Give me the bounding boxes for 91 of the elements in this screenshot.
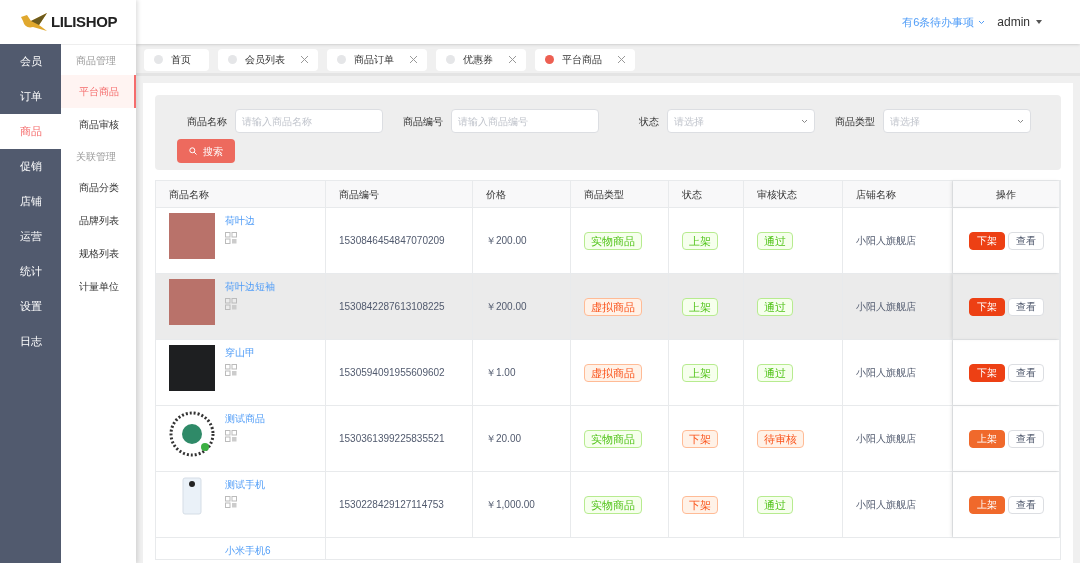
column-header: 操作 [953, 181, 1060, 207]
action-button[interactable]: 查看 [1007, 231, 1044, 250]
chevron-down-icon [978, 19, 986, 25]
page-tab[interactable]: 会员列表 [218, 48, 318, 71]
submenu-item[interactable]: 商品审核 [61, 108, 136, 141]
status-tag: 上架 [682, 231, 718, 250]
sidebar-item[interactable]: 日志 [0, 324, 61, 359]
brand-name: LILISHOP [50, 11, 118, 32]
table-cell: 1530842287613108225 [326, 274, 473, 339]
table-cell: 小阳人旗舰店 [843, 472, 953, 537]
status-tag: 下架 [682, 495, 718, 514]
sidebar-item[interactable]: 订单 [0, 79, 61, 114]
photo-placeholder [169, 279, 215, 325]
submenu-item[interactable]: 商品分类 [61, 171, 136, 204]
filter-label: 状态 [638, 114, 660, 129]
status-tag: 实物商品 [584, 429, 642, 448]
column-header: 商品名称 [156, 181, 326, 207]
sidebar-item[interactable]: 统计 [0, 254, 61, 289]
table-cell: 小阳人旗舰店 [843, 406, 953, 471]
table-cell: 小阳人旗舰店 [843, 208, 953, 273]
screenshot-thumbnail [169, 345, 215, 391]
menu-group-title: 关联管理 [75, 149, 117, 164]
chevron-down-icon [1017, 118, 1024, 124]
action-button[interactable]: 查看 [1007, 297, 1044, 316]
menu-group-title: 商品管理 [75, 53, 117, 68]
phone-icon [182, 477, 202, 515]
action-button[interactable]: 查看 [1007, 429, 1044, 448]
column-header: 状态 [669, 181, 744, 207]
sidebar-item[interactable]: 店铺 [0, 184, 61, 219]
status-tag: 实物商品 [584, 495, 642, 514]
page-tab[interactable]: 商品订单 [327, 48, 427, 71]
bird-logo-icon [18, 11, 49, 33]
status-tag: 虚拟商品 [584, 363, 642, 382]
chevron-down-icon [801, 118, 808, 124]
user-menu[interactable]: admin [997, 13, 1042, 31]
status-tag: 上架 [682, 363, 718, 382]
column-header: 店铺名称 [843, 181, 953, 207]
status-tag: 通过 [757, 297, 793, 316]
column-header: 价格 [473, 181, 571, 207]
submenu-item[interactable]: 品牌列表 [61, 204, 136, 237]
search-icon [189, 147, 197, 155]
sidebar-item[interactable]: 运营 [0, 219, 61, 254]
close-icon[interactable] [410, 56, 417, 63]
table-cell: 1530846454847070209 [326, 208, 473, 273]
column-header: 商品类型 [571, 181, 669, 207]
table-cell: 小阳人旗舰店 [843, 274, 953, 339]
table-cell: 1530594091955609602 [326, 340, 473, 405]
table-cell: ￥1.00 [473, 340, 571, 405]
close-icon[interactable] [509, 56, 516, 63]
photo-placeholder [169, 213, 215, 259]
table-cell: ￥1,000.00 [473, 472, 571, 537]
action-button[interactable]: 下架 [968, 297, 1005, 316]
status-tag: 下架 [682, 429, 718, 448]
close-icon[interactable] [301, 56, 308, 63]
status-tag: 待审核 [757, 429, 804, 448]
action-button[interactable]: 查看 [1007, 495, 1044, 514]
submenu-item[interactable]: 规格列表 [61, 237, 136, 270]
table-row[interactable]: 测试手机 1530228429127114753 ￥1,000.00 实物商品 下架 通过 小阳人旗舰店 上架 查看 [156, 472, 1060, 538]
column-header: 审核状态 [744, 181, 843, 207]
table-cell: 1530361399225835521 [326, 406, 473, 471]
caret-down-icon [1036, 20, 1042, 24]
filter-label: 商品名称 [186, 114, 228, 129]
table-cell: ￥20.00 [473, 406, 571, 471]
table-row[interactable]: 测试商品 1530361399225835521 ￥20.00 实物商品 下架 待审核 小阳人旗舰店 上架 查看 [156, 406, 1060, 472]
action-button[interactable]: 查看 [1007, 363, 1044, 382]
sidebar-item[interactable]: 会员 [0, 44, 61, 79]
close-icon[interactable] [618, 56, 625, 63]
table-row[interactable]: 穿山甲 1530594091955609602 ￥1.00 虚拟商品 上架 通过 小阳人旗舰店 下架 查看 [156, 340, 1060, 406]
table-cell: ￥200.00 [473, 274, 571, 339]
filter-label: 商品编号 [402, 114, 444, 129]
action-button[interactable]: 下架 [968, 363, 1005, 382]
status-tag: 通过 [757, 231, 793, 250]
table-cell: 小阳人旗舰店 [843, 340, 953, 405]
status-tag: 通过 [757, 495, 793, 514]
status-tag: 虚拟商品 [584, 297, 642, 316]
sidebar-item[interactable]: 促销 [0, 149, 61, 184]
action-button[interactable]: 下架 [968, 231, 1005, 250]
page-tab[interactable]: 优惠券 [436, 48, 526, 71]
sidebar-item[interactable]: 设置 [0, 289, 61, 324]
column-header: 商品编号 [326, 181, 473, 207]
page-tab[interactable]: 平台商品 [535, 48, 635, 71]
table-row[interactable]: 荷叶边短袖 1530842287613108225 ￥200.00 虚拟商品 上架 通过 小阳人旗舰店 下架 查看 [156, 274, 1060, 340]
status-tag: 上架 [682, 297, 718, 316]
status-tag: 通过 [757, 363, 793, 382]
table-row[interactable]: 荷叶边 1530846454847070209 ￥200.00 实物商品 上架 通过 小阳人旗舰店 下架 查看 [156, 208, 1060, 274]
filter-label: 商品类型 [834, 114, 876, 129]
table-cell: 1530228429127114753 [326, 472, 473, 537]
status-tag: 实物商品 [584, 231, 642, 250]
page-tab[interactable]: 首页 [144, 48, 209, 71]
table-cell: ￥200.00 [473, 208, 571, 273]
submenu-item[interactable]: 计量单位 [61, 270, 136, 303]
